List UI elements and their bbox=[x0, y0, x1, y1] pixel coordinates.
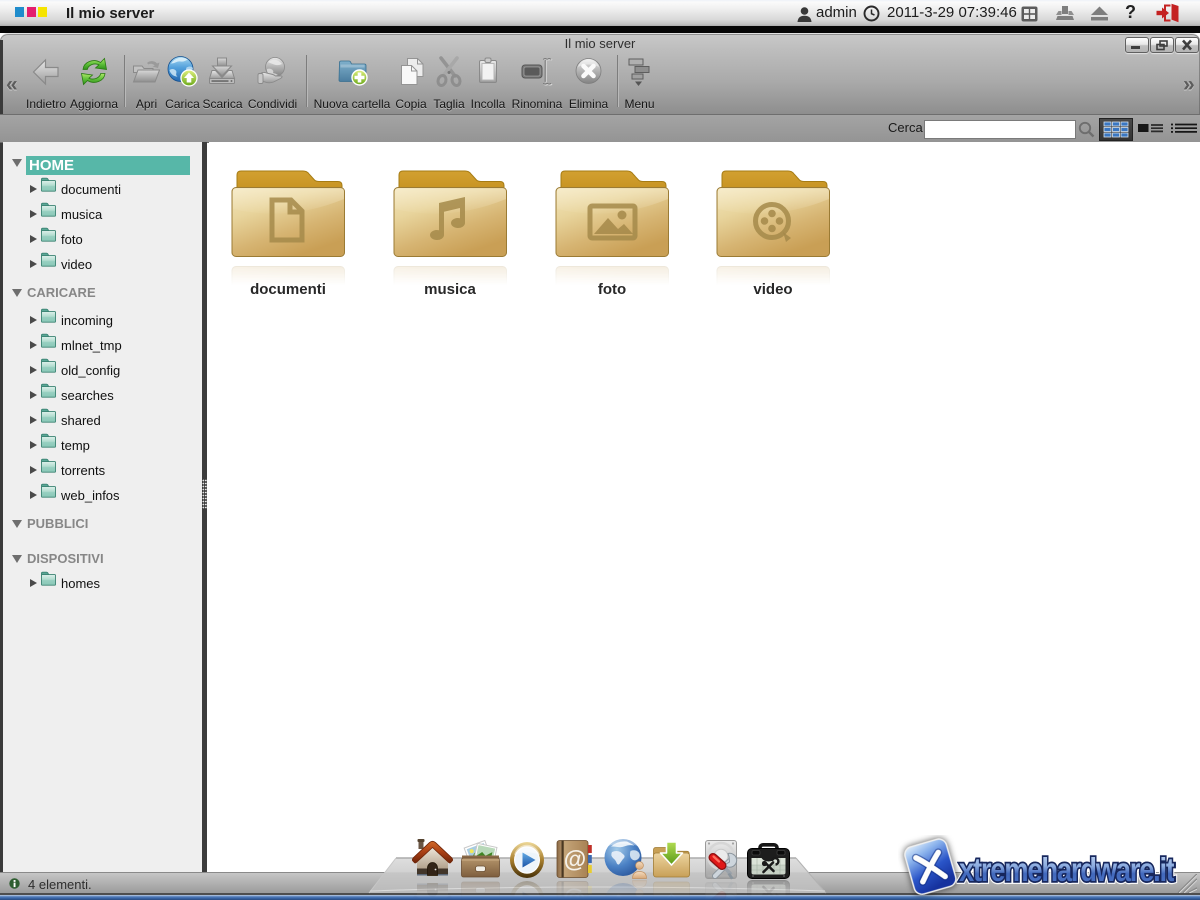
svg-text:@: @ bbox=[564, 846, 586, 872]
